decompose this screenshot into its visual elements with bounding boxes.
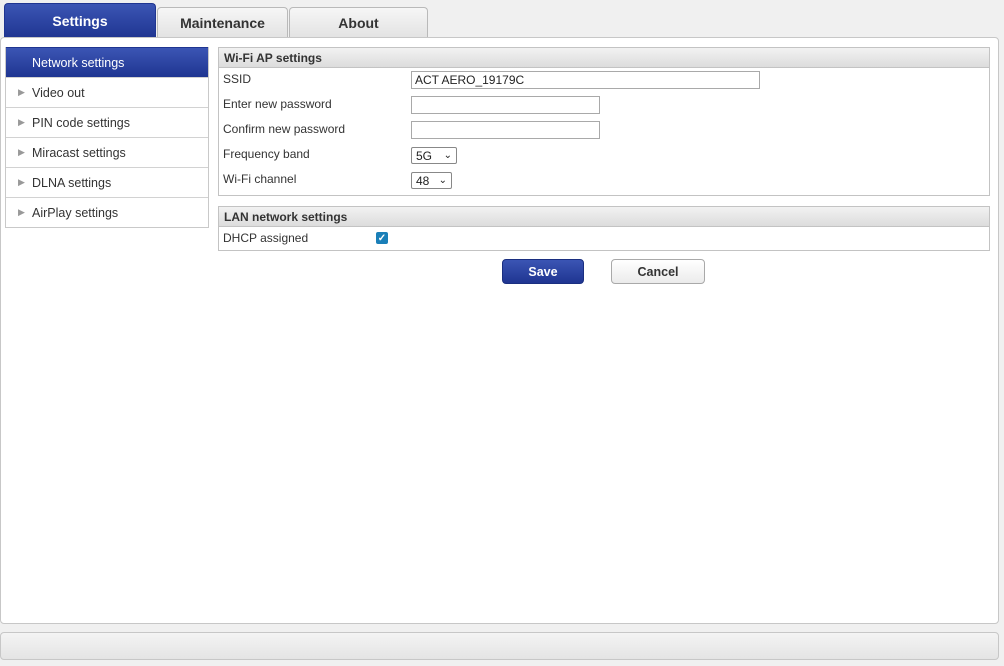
channel-label: Wi-Fi channel: [223, 172, 297, 186]
sidebar: Network settings ▶ Video out ▶ PIN code …: [5, 47, 209, 228]
wifi-ap-panel: Wi-Fi AP settings SSID Enter new passwor…: [218, 47, 990, 196]
tab-settings[interactable]: Settings: [4, 3, 156, 38]
ssid-input[interactable]: [411, 71, 760, 89]
chevron-down-icon: ⌄: [443, 150, 452, 161]
panel-title: Wi-Fi AP settings: [219, 48, 989, 68]
frequency-label: Frequency band: [223, 147, 310, 161]
tab-maintenance[interactable]: Maintenance: [157, 7, 288, 38]
confirm-password-input[interactable]: [411, 121, 600, 139]
sidebar-item-label: Video out: [32, 85, 85, 100]
panel-title: LAN network settings: [219, 207, 989, 227]
sidebar-item-pin-code-settings[interactable]: ▶ PIN code settings: [6, 107, 208, 137]
sidebar-item-label: AirPlay settings: [32, 205, 119, 220]
new-password-row: Enter new password: [219, 93, 989, 118]
channel-row: Wi-Fi channel 48 ⌄: [219, 168, 989, 193]
tab-about[interactable]: About: [289, 7, 428, 38]
triangle-right-icon: ▶: [18, 117, 25, 127]
confirm-password-row: Confirm new password: [219, 118, 989, 143]
sidebar-item-video-out[interactable]: ▶ Video out: [6, 77, 208, 107]
confirm-password-label: Confirm new password: [223, 122, 346, 136]
dhcp-row: DHCP assigned ✓: [219, 227, 989, 252]
sidebar-item-dlna-settings[interactable]: ▶ DLNA settings: [6, 167, 208, 197]
ssid-row: SSID: [219, 68, 989, 93]
tab-bar: Maintenance About Settings: [4, 3, 434, 39]
sidebar-item-label: PIN code settings: [32, 115, 130, 130]
new-password-input[interactable]: [411, 96, 600, 114]
channel-select[interactable]: 48 ⌄: [411, 172, 452, 189]
sidebar-item-airplay-settings[interactable]: ▶ AirPlay settings: [6, 197, 208, 227]
dhcp-label: DHCP assigned: [223, 231, 309, 245]
chevron-down-icon: ⌄: [438, 175, 447, 186]
status-bar: [0, 632, 999, 660]
sidebar-item-label: DLNA settings: [32, 175, 112, 190]
frequency-value: 5G: [416, 148, 433, 163]
triangle-right-icon: ▶: [18, 177, 25, 187]
cancel-button[interactable]: Cancel: [611, 259, 705, 284]
new-password-label: Enter new password: [223, 97, 332, 111]
sidebar-item-miracast-settings[interactable]: ▶ Miracast settings: [6, 137, 208, 167]
frequency-row: Frequency band 5G ⌄: [219, 143, 989, 168]
triangle-right-icon: ▶: [18, 147, 25, 157]
save-button[interactable]: Save: [502, 259, 584, 284]
sidebar-item-network-settings[interactable]: Network settings: [6, 47, 208, 77]
lan-network-panel: LAN network settings DHCP assigned ✓: [218, 206, 990, 251]
sidebar-item-label: Miracast settings: [32, 145, 126, 160]
triangle-right-icon: ▶: [18, 87, 25, 97]
ssid-label: SSID: [223, 72, 252, 86]
checkmark-icon: ✓: [377, 232, 387, 244]
channel-value: 48: [416, 173, 430, 188]
triangle-right-icon: ▶: [18, 207, 25, 217]
dhcp-checkbox[interactable]: ✓: [376, 232, 388, 244]
sidebar-item-label: Network settings: [32, 55, 125, 70]
frequency-select[interactable]: 5G ⌄: [411, 147, 457, 164]
